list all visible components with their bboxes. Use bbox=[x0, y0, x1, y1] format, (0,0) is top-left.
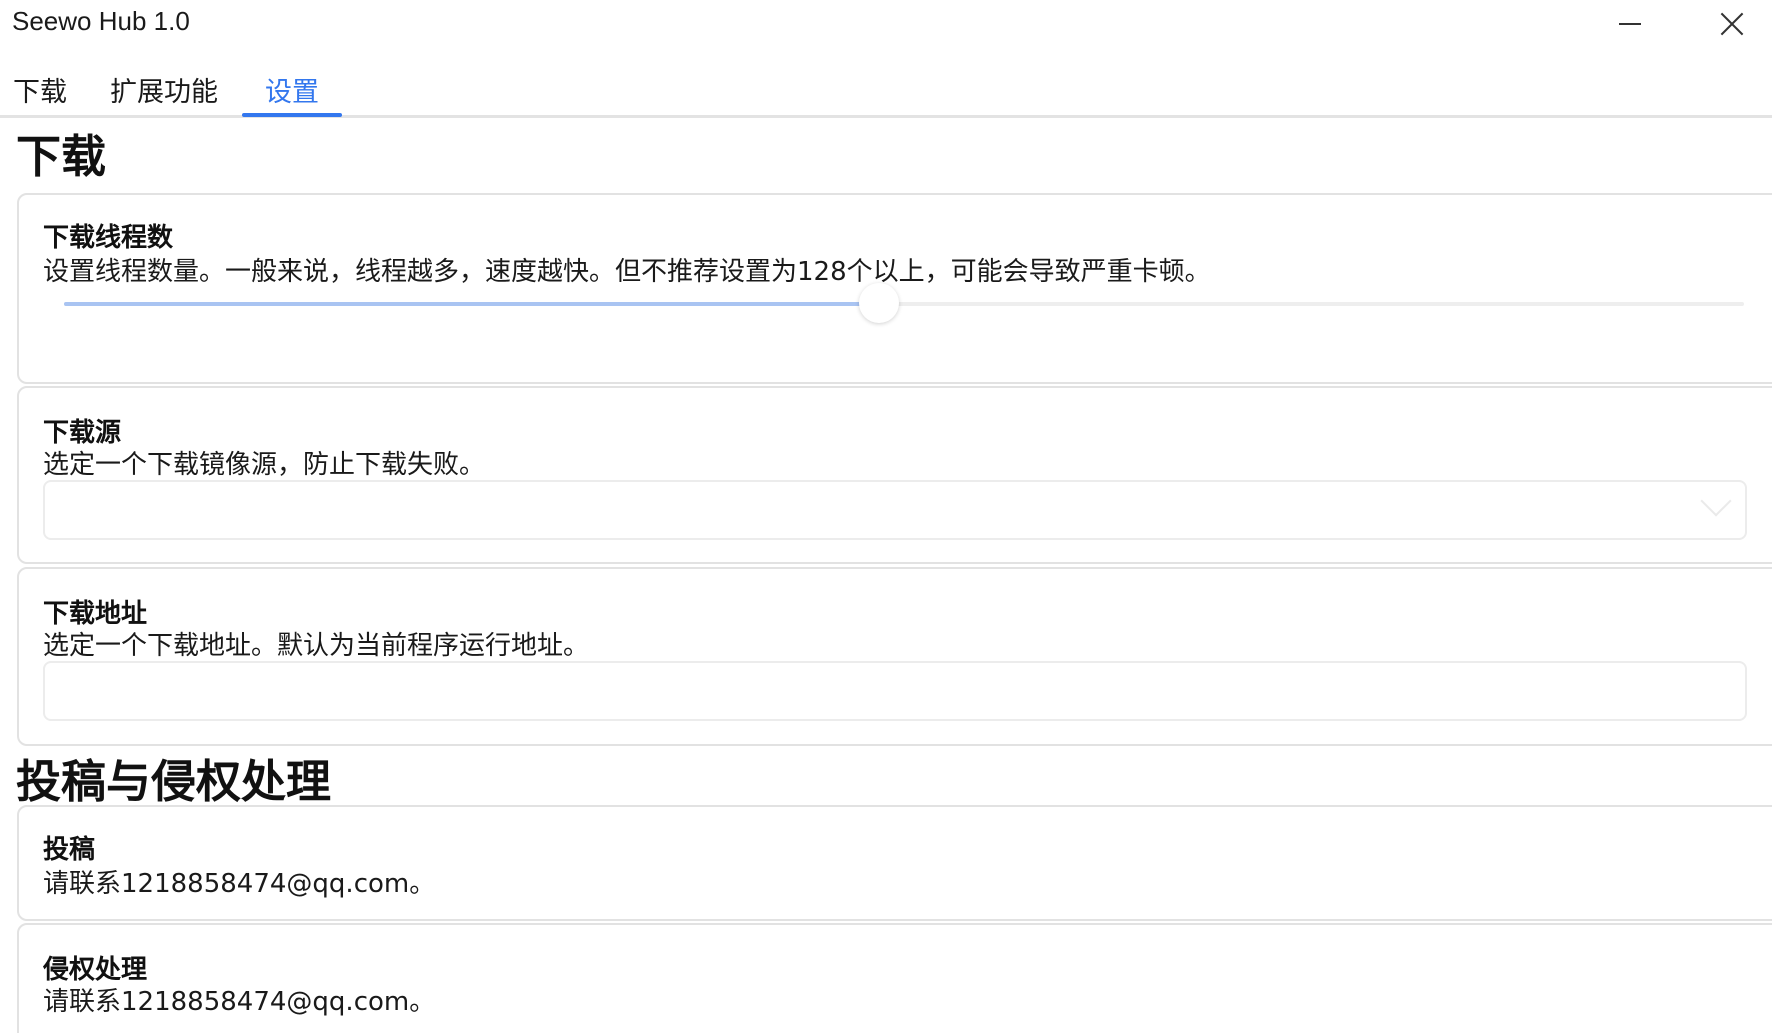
path-description: 选定一个下载地址。默认为当前程序运行地址。 bbox=[43, 631, 590, 661]
thread-count-slider[interactable] bbox=[64, 283, 1744, 323]
section-title-download: 下载 bbox=[16, 130, 107, 183]
close-icon bbox=[1720, 12, 1744, 36]
minimize-button[interactable] bbox=[1594, 0, 1666, 48]
threads-card: 下载线程数 设置线程数量。一般来说，线程越多，速度越快。但不推荐设置为128个以… bbox=[17, 193, 1772, 384]
tab-extensions[interactable]: 扩展功能 bbox=[96, 70, 232, 116]
download-path-input[interactable] bbox=[43, 661, 1747, 721]
tab-download[interactable]: 下载 bbox=[0, 70, 80, 116]
path-card: 下载地址 选定一个下载地址。默认为当前程序运行地址。 bbox=[17, 567, 1772, 746]
threads-title: 下载线程数 bbox=[43, 223, 174, 253]
source-card: 下载源 选定一个下载镜像源，防止下载失败。 bbox=[17, 386, 1772, 564]
threads-description: 设置线程数量。一般来说，线程越多，速度越快。但不推荐设置为128个以上，可能会导… bbox=[43, 257, 1211, 287]
infringement-card: 侵权处理 请联系1218858474@qq.com。 bbox=[17, 923, 1772, 1033]
submit-card: 投稿 请联系1218858474@qq.com。 bbox=[17, 805, 1772, 921]
infringement-description: 请联系1218858474@qq.com。 bbox=[43, 987, 436, 1017]
title-bar: Seewo Hub 1.0 bbox=[0, 0, 1772, 48]
tab-settings[interactable]: 设置 bbox=[242, 70, 342, 116]
submit-title: 投稿 bbox=[43, 835, 96, 865]
slider-fill bbox=[64, 302, 879, 306]
source-select[interactable] bbox=[43, 480, 1747, 540]
chevron-down-icon bbox=[1701, 490, 1725, 514]
active-tab-indicator bbox=[242, 113, 342, 117]
close-button[interactable] bbox=[1696, 0, 1768, 48]
minimize-icon bbox=[1619, 23, 1641, 25]
app-title: Seewo Hub 1.0 bbox=[12, 6, 190, 36]
submit-description: 请联系1218858474@qq.com。 bbox=[43, 869, 436, 899]
section-title-contact: 投稿与侵权处理 bbox=[16, 755, 332, 808]
tab-bar: 下载 扩展功能 设置 bbox=[0, 52, 1772, 118]
slider-thumb[interactable] bbox=[858, 283, 899, 323]
source-description: 选定一个下载镜像源，防止下载失败。 bbox=[43, 450, 486, 480]
